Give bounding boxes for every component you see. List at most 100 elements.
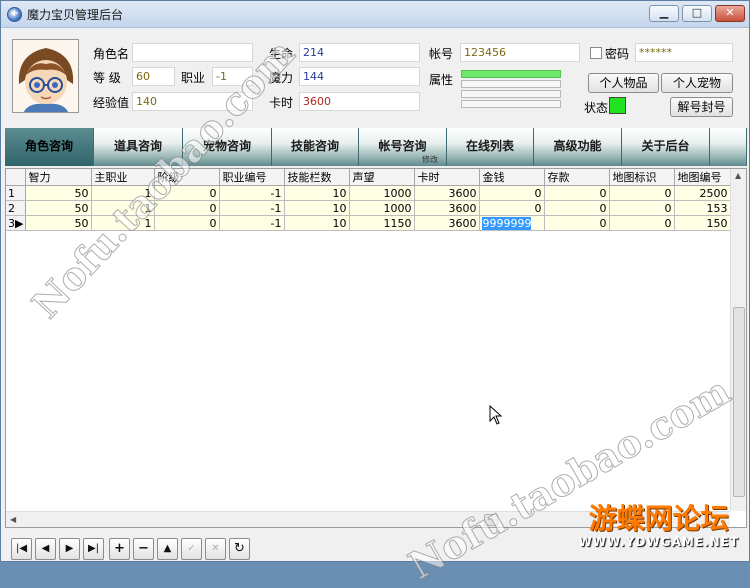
- tab-label: 道具咨询: [113, 139, 162, 153]
- password-checkbox[interactable]: [590, 47, 602, 59]
- tab-label: 角色咨询: [24, 139, 73, 153]
- table-cell[interactable]: 150: [674, 215, 732, 231]
- selected-text[interactable]: 9999999: [482, 216, 532, 230]
- table-cell[interactable]: -1: [219, 215, 286, 231]
- column-header[interactable]: 存款: [544, 169, 611, 186]
- column-header[interactable]: 职业编号: [219, 169, 286, 186]
- table-cell[interactable]: 10: [284, 185, 351, 201]
- grid-header-row: 智力 主职业 阶级 职业编号 技能栏数 声望 卡时 金钱 存款 地图标识 地图编…: [6, 169, 732, 186]
- column-header[interactable]: 地图标识: [609, 169, 676, 186]
- insert-record-button[interactable]: +: [109, 538, 130, 560]
- tab-overflow: [710, 128, 747, 166]
- delete-record-button[interactable]: −: [133, 538, 154, 560]
- mouse-pointer-icon: [489, 404, 503, 428]
- prior-record-button[interactable]: ◀: [35, 538, 56, 560]
- column-header[interactable]: 金钱: [479, 169, 546, 186]
- table-cell[interactable]: 0: [479, 185, 546, 201]
- column-header[interactable]: 地图编号: [674, 169, 732, 186]
- table-cell[interactable]: 0: [609, 200, 676, 216]
- tab-account[interactable]: 帐号咨询 修改: [359, 128, 447, 166]
- title-bar[interactable]: + 魔力宝贝管理后台 ▁ □ ✕: [1, 1, 749, 28]
- cancel-record-button[interactable]: ✕: [205, 538, 226, 560]
- scroll-left-icon[interactable]: ◀: [10, 515, 16, 524]
- current-row-marker-icon: ▶: [15, 216, 24, 230]
- table-cell[interactable]: 0: [609, 215, 676, 231]
- attribute-bar-2: [461, 80, 561, 88]
- tab-character[interactable]: 角色咨询: [5, 128, 94, 166]
- row-number[interactable]: 1: [6, 185, 27, 201]
- main-window: + 魔力宝贝管理后台 ▁ □ ✕ 角色名 等 级 60 职业 -1 经验值 14…: [0, 0, 750, 588]
- table-cell[interactable]: 0: [154, 215, 221, 231]
- row-number[interactable]: 3▶: [6, 215, 27, 231]
- personal-pets-button[interactable]: 个人宠物: [661, 73, 733, 93]
- account-field[interactable]: 123456: [460, 43, 580, 62]
- hp-field[interactable]: 214: [299, 43, 420, 62]
- table-cell[interactable]: 3600: [414, 200, 481, 216]
- tab-label: 关于后台: [641, 139, 690, 153]
- table-cell[interactable]: 3600: [414, 215, 481, 231]
- table-cell[interactable]: 0: [479, 200, 546, 216]
- tab-about[interactable]: 关于后台: [622, 128, 710, 166]
- table-cell[interactable]: 0: [544, 185, 611, 201]
- table-cell[interactable]: 1000: [349, 200, 416, 216]
- card-time-field[interactable]: 3600: [299, 92, 420, 111]
- table-cell[interactable]: 3600: [414, 185, 481, 201]
- row-number[interactable]: 2: [6, 200, 27, 216]
- password-field[interactable]: ******: [635, 43, 733, 62]
- name-field[interactable]: [132, 43, 253, 62]
- table-cell[interactable]: 50: [25, 200, 93, 216]
- tab-label: 高级功能: [553, 139, 602, 153]
- attribute-bar-3: [461, 90, 561, 98]
- mp-field[interactable]: 144: [299, 67, 420, 86]
- window-title: 魔力宝贝管理后台: [27, 8, 124, 22]
- table-cell[interactable]: 10: [284, 200, 351, 216]
- table-cell[interactable]: 10: [284, 215, 351, 231]
- table-cell[interactable]: 1150: [349, 215, 416, 231]
- tab-advanced[interactable]: 高级功能: [534, 128, 622, 166]
- job-label: 职业: [181, 71, 206, 85]
- character-info-panel: 角色名 等 级 60 职业 -1 经验值 140 生命 214 魔力 144 卡…: [1, 29, 749, 127]
- character-avatar: [12, 39, 79, 113]
- column-header[interactable]: 技能栏数: [284, 169, 351, 186]
- close-button[interactable]: ✕: [715, 5, 745, 22]
- scroll-up-icon[interactable]: ▲: [735, 171, 741, 180]
- table-cell[interactable]: -1: [219, 200, 286, 216]
- brand-url: WWW.YDWGAME.NET: [578, 535, 739, 549]
- table-cell[interactable]: 2500: [674, 185, 732, 201]
- card-time-label: 卡时: [269, 96, 294, 110]
- app-icon[interactable]: +: [7, 7, 22, 22]
- tab-label: 技能咨询: [290, 139, 339, 153]
- column-header[interactable]: 智力: [25, 169, 93, 186]
- column-header[interactable]: 卡时: [414, 169, 481, 186]
- attribute-label: 属性: [429, 73, 454, 87]
- table-cell[interactable]: 50: [25, 215, 93, 231]
- level-field[interactable]: 60: [132, 67, 175, 86]
- tab-sublabel: 修改: [422, 155, 438, 164]
- last-record-button[interactable]: ▶|: [83, 538, 104, 560]
- vertical-scrollbar[interactable]: ▲: [730, 169, 746, 511]
- unban-button[interactable]: 解号封号: [670, 97, 733, 117]
- column-header[interactable]: 声望: [349, 169, 416, 186]
- table-cell[interactable]: -1: [219, 185, 286, 201]
- table-cell[interactable]: 0: [544, 215, 611, 231]
- personal-items-button[interactable]: 个人物品: [588, 73, 659, 93]
- table-cell-editing[interactable]: 9999999: [479, 215, 546, 231]
- table-cell[interactable]: 50: [25, 185, 93, 201]
- minimize-button[interactable]: ▁: [649, 5, 679, 22]
- edit-record-button[interactable]: ▲: [157, 538, 178, 560]
- table-cell[interactable]: 0: [544, 200, 611, 216]
- table-cell[interactable]: 0: [609, 185, 676, 201]
- site-watermark-logo: 游蝶网论坛 WWW.YDWGAME.NET: [578, 503, 739, 550]
- first-record-button[interactable]: |◀: [11, 538, 32, 560]
- tab-online-list[interactable]: 在线列表: [447, 128, 534, 166]
- row-indicator-header: [6, 169, 27, 186]
- exp-label: 经验值: [93, 96, 130, 110]
- table-cell[interactable]: 153: [674, 200, 732, 216]
- table-cell[interactable]: 1000: [349, 185, 416, 201]
- tab-skills[interactable]: 技能咨询: [272, 128, 359, 166]
- maximize-button[interactable]: □: [682, 5, 712, 22]
- refresh-record-button[interactable]: ↻: [229, 538, 250, 560]
- attribute-bar-1: [461, 70, 561, 78]
- next-record-button[interactable]: ▶: [59, 538, 80, 560]
- post-record-button[interactable]: ✓: [181, 538, 202, 560]
